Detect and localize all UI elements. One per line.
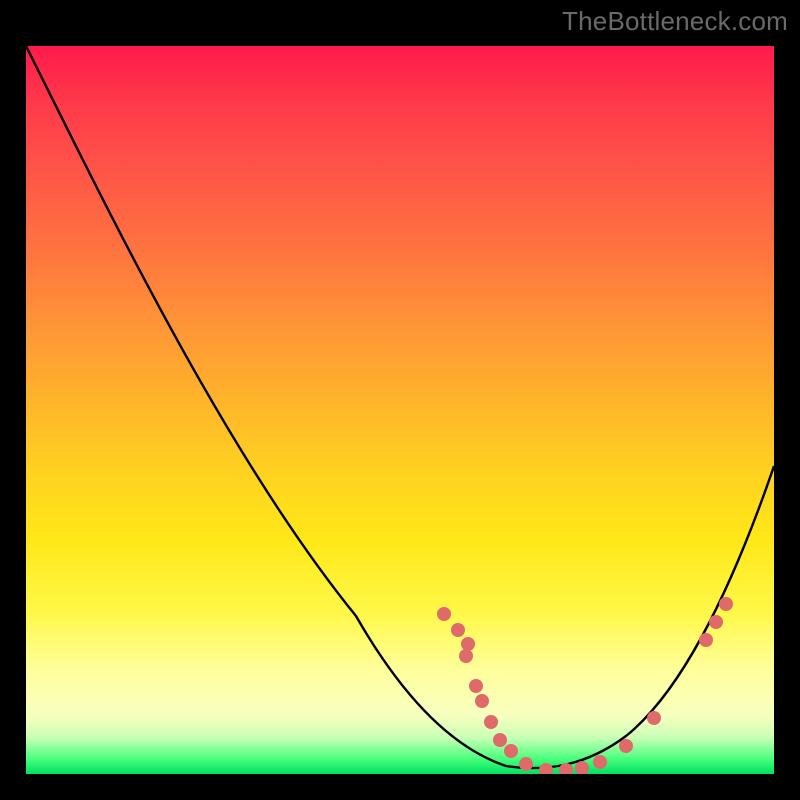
bottleneck-curve: [26, 46, 774, 768]
data-point: [504, 744, 518, 758]
data-point: [484, 715, 498, 729]
data-point: [461, 637, 475, 651]
data-point: [709, 615, 723, 629]
chart-plot-area: [26, 46, 774, 774]
data-point: [519, 757, 533, 771]
data-point: [469, 679, 483, 693]
data-point: [719, 597, 733, 611]
data-point: [475, 694, 489, 708]
data-point: [493, 733, 507, 747]
data-point: [619, 739, 633, 753]
data-point: [647, 711, 661, 725]
chart-svg: [26, 46, 774, 774]
data-point: [451, 623, 465, 637]
data-point: [459, 649, 473, 663]
data-point: [575, 761, 589, 774]
data-point: [539, 763, 553, 774]
data-point: [437, 607, 451, 621]
data-point: [593, 755, 607, 769]
data-point: [699, 633, 713, 647]
data-points-group: [437, 597, 733, 774]
watermark-text: TheBottleneck.com: [562, 6, 788, 37]
